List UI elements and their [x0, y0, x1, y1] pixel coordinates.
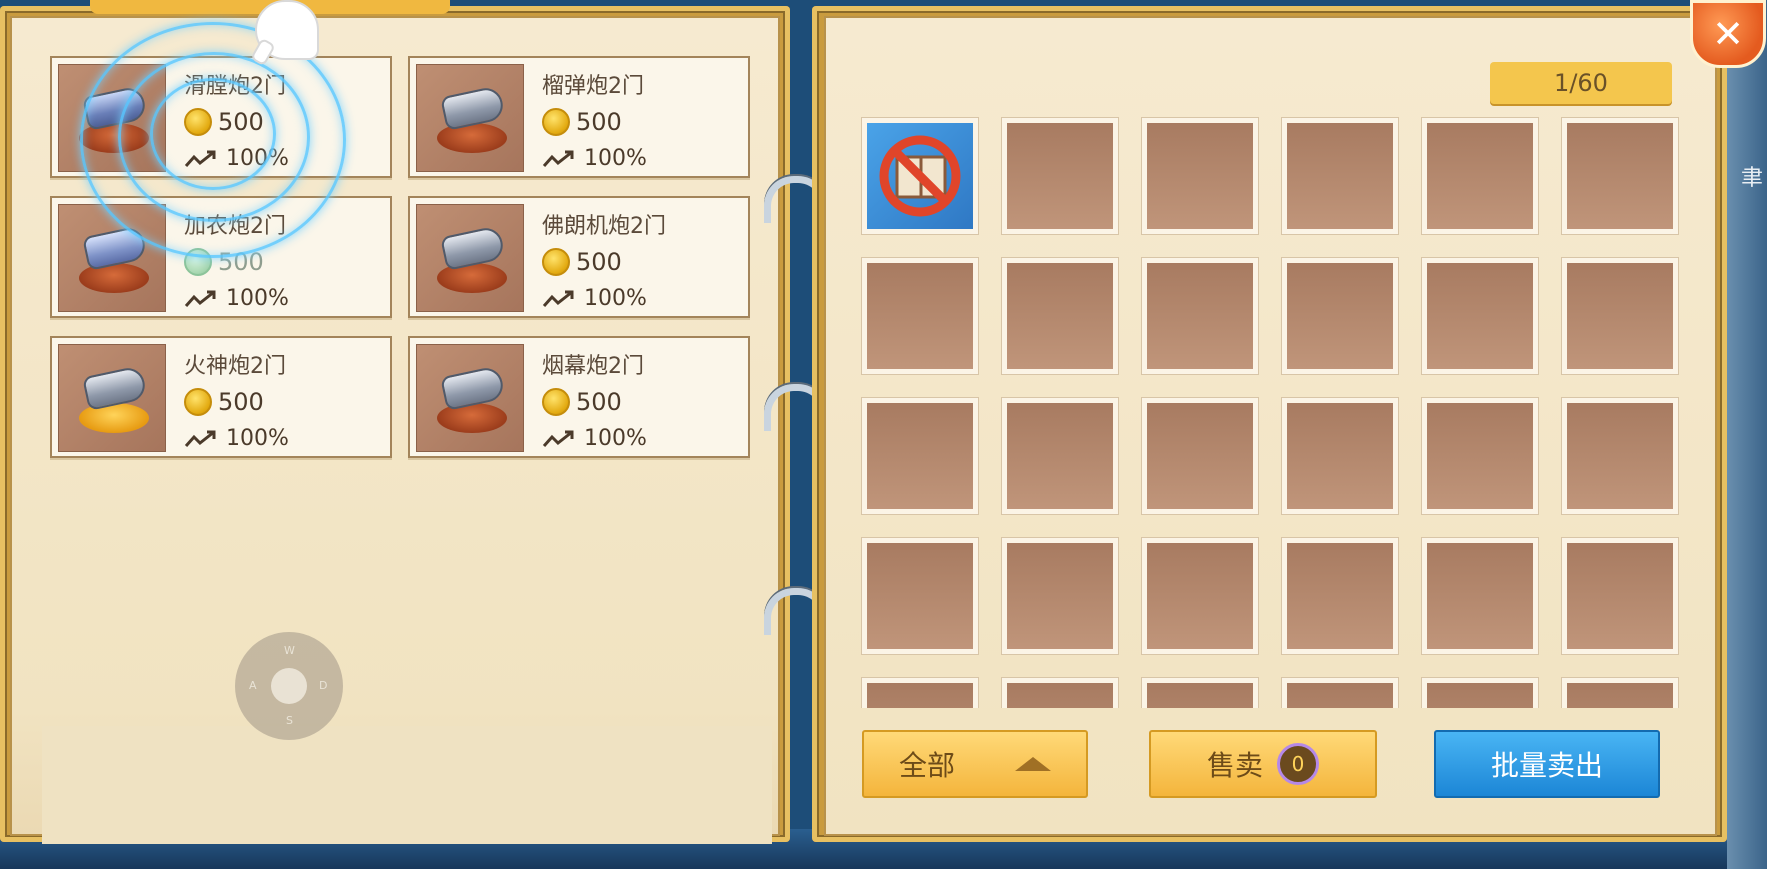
- item-price: 500: [542, 388, 622, 416]
- trend-up-icon: [184, 150, 216, 167]
- coin-icon: [542, 248, 570, 276]
- inventory-slot[interactable]: [1142, 258, 1258, 374]
- inventory-slot[interactable]: [1142, 118, 1258, 234]
- item-price: 500: [184, 248, 264, 276]
- inventory-slot[interactable]: [1282, 118, 1398, 234]
- cannon-thumbnail: [58, 344, 166, 452]
- cannon-icon: [77, 365, 151, 435]
- background-right: 聿: [1727, 0, 1767, 869]
- item-rate: 100%: [542, 426, 647, 451]
- item-name: 滑膛炮2门: [184, 74, 286, 99]
- coin-icon: [184, 108, 212, 136]
- item-price: 500: [184, 108, 264, 136]
- inventory-slot[interactable]: [1002, 678, 1118, 708]
- inventory-slot[interactable]: [1562, 118, 1678, 234]
- inventory-slot[interactable]: [1002, 118, 1118, 234]
- cannon-thumbnail: [416, 204, 524, 312]
- cannon-icon: [77, 85, 151, 155]
- item-price: 500: [542, 248, 622, 276]
- inventory-slot[interactable]: [1422, 678, 1538, 708]
- trend-up-icon: [184, 430, 216, 447]
- inventory-slot[interactable]: [1282, 398, 1398, 514]
- joystick-right-label: D: [319, 679, 328, 692]
- joystick-knob[interactable]: [271, 668, 307, 704]
- coin-icon: [542, 108, 570, 136]
- close-icon: ✕: [1712, 12, 1744, 56]
- shop-footer: [42, 726, 772, 844]
- edge-text: 聿: [1740, 166, 1763, 191]
- inventory-slot[interactable]: [1002, 538, 1118, 654]
- movement-joystick[interactable]: W A D S: [235, 632, 343, 740]
- inventory-slot[interactable]: [1282, 538, 1398, 654]
- shop-item-smoothbore[interactable]: 滑膛炮2门 500 100%: [50, 56, 392, 178]
- inventory-capacity: 1/60: [1490, 62, 1672, 104]
- cannon-icon: [77, 225, 151, 295]
- trend-up-icon: [542, 290, 574, 307]
- item-name: 加农炮2门: [184, 214, 286, 239]
- inventory-slot[interactable]: [1002, 258, 1118, 374]
- inventory-slot[interactable]: [862, 538, 978, 654]
- inventory-slot[interactable]: [1422, 538, 1538, 654]
- cannon-icon: [435, 365, 509, 435]
- inventory-slot[interactable]: [1002, 398, 1118, 514]
- sell-label: 售卖: [1206, 749, 1263, 782]
- chevron-up-icon: [1015, 757, 1051, 771]
- item-name: 佛朗机炮2门: [542, 214, 666, 239]
- sell-count-badge: 0: [1277, 743, 1319, 785]
- close-button[interactable]: ✕: [1690, 0, 1766, 68]
- coin-icon: [184, 388, 212, 416]
- batch-sell-button[interactable]: 批量卖出: [1434, 730, 1660, 798]
- shop-item-smoke[interactable]: 烟幕炮2门 500 100%: [408, 336, 750, 458]
- cannon-thumbnail: [58, 204, 166, 312]
- cannon-thumbnail: [416, 344, 524, 452]
- inventory-slot[interactable]: [1562, 398, 1678, 514]
- cannon-thumbnail: [416, 64, 524, 172]
- cannon-icon: [435, 225, 509, 295]
- inventory-slot[interactable]: [862, 678, 978, 708]
- item-name: 火神炮2门: [184, 354, 286, 379]
- inventory-slot[interactable]: [1282, 678, 1398, 708]
- cannon-icon: [435, 85, 509, 155]
- inventory-slot[interactable]: [1422, 258, 1538, 374]
- inventory-grid[interactable]: [860, 116, 1680, 708]
- joystick-left-label: A: [249, 679, 257, 692]
- item-name: 烟幕炮2门: [542, 354, 644, 379]
- cannon-thumbnail: [58, 64, 166, 172]
- no-book-icon: [879, 135, 961, 217]
- coin-icon: [184, 248, 212, 276]
- inventory-slot[interactable]: [1142, 398, 1258, 514]
- inventory-slot[interactable]: [1142, 538, 1258, 654]
- shop-item-frankish[interactable]: 佛朗机炮2门 500 100%: [408, 196, 750, 318]
- shop-item-howitzer[interactable]: 榴弹炮2门 500 100%: [408, 56, 750, 178]
- inventory-slot[interactable]: [1422, 118, 1538, 234]
- joystick-down-label: S: [286, 714, 293, 727]
- inventory-slot[interactable]: [1422, 398, 1538, 514]
- inventory-slot[interactable]: [1562, 678, 1678, 708]
- inventory-slot[interactable]: [1562, 538, 1678, 654]
- inventory-slot[interactable]: [862, 398, 978, 514]
- shop-item-cannon[interactable]: 加农炮2门 500 100%: [50, 196, 392, 318]
- item-name: 榴弹炮2门: [542, 74, 644, 99]
- shop-item-vulcan[interactable]: 火神炮2门 500 100%: [50, 336, 392, 458]
- inventory-slot[interactable]: [1562, 258, 1678, 374]
- item-price: 500: [542, 108, 622, 136]
- item-rate: 100%: [184, 286, 289, 311]
- trend-up-icon: [184, 290, 216, 307]
- item-rate: 100%: [542, 146, 647, 171]
- inventory-slot[interactable]: [862, 118, 978, 234]
- filter-all-button[interactable]: 全部: [862, 730, 1088, 798]
- inventory-slot[interactable]: [1142, 678, 1258, 708]
- inventory-slot[interactable]: [862, 258, 978, 374]
- inventory-slot[interactable]: [1282, 258, 1398, 374]
- trend-up-icon: [542, 150, 574, 167]
- item-rate: 100%: [184, 146, 289, 171]
- filter-all-label: 全部: [898, 749, 955, 782]
- sell-button[interactable]: 售卖 0: [1149, 730, 1377, 798]
- trend-up-icon: [542, 430, 574, 447]
- item-price: 500: [184, 388, 264, 416]
- item-rate: 100%: [542, 286, 647, 311]
- item-rate: 100%: [184, 426, 289, 451]
- joystick-up-label: W: [284, 644, 295, 657]
- coin-icon: [542, 388, 570, 416]
